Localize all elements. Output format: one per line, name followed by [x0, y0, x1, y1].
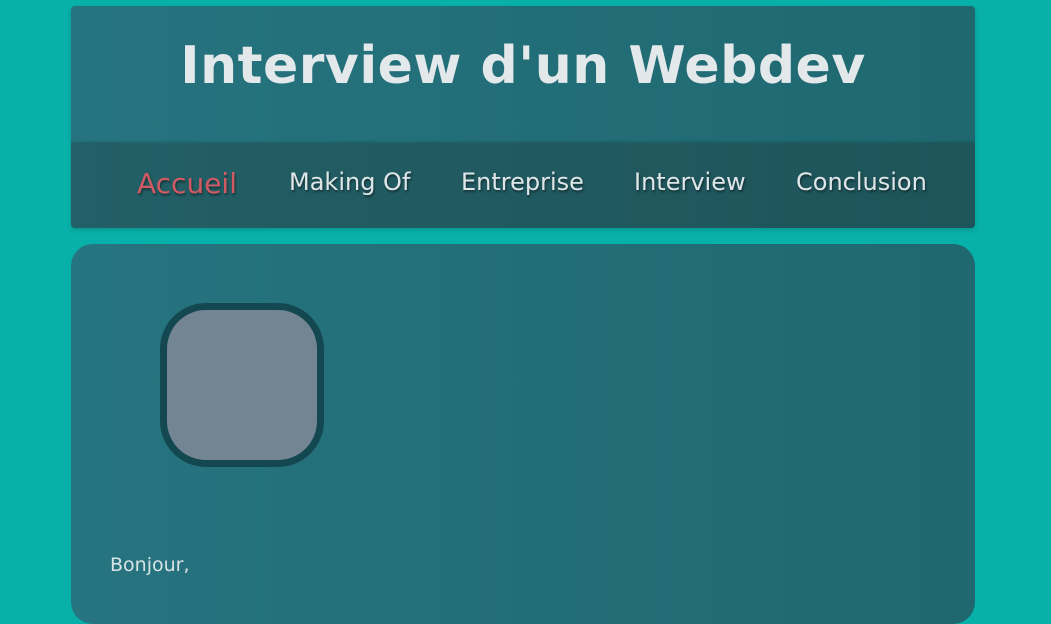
nav-item-conclusion[interactable]: Conclusion [796, 167, 927, 197]
nav-item-accueil[interactable]: Accueil [137, 169, 237, 199]
page-title: Interview d'un Webdev [180, 36, 866, 96]
greeting-text: Bonjour, [110, 554, 190, 576]
nav-item-interview[interactable]: Interview [634, 167, 746, 197]
profile-image [160, 303, 324, 467]
main-navigation: Accueil Making Of Entreprise Interview C… [71, 143, 975, 228]
nav-item-entreprise[interactable]: Entreprise [461, 167, 584, 197]
nav-item-making-of[interactable]: Making Of [289, 167, 410, 197]
site-header: Interview d'un Webdev Accueil Making Of … [71, 6, 975, 228]
main-content-panel: Bonjour, [71, 244, 975, 624]
